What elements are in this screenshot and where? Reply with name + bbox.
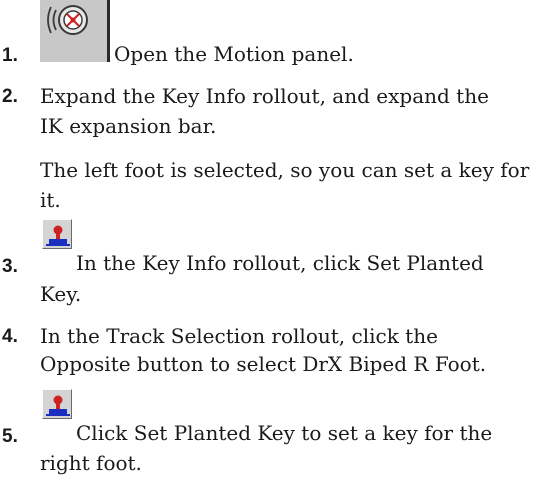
step-text: Click Set Planted Key to set a key for t… [76, 421, 493, 445]
step-number: 3. [2, 256, 18, 277]
step-text: In the Key Info rollout, click Set Plant… [76, 251, 484, 275]
step-text: right foot. [40, 451, 142, 475]
motion-panel-icon [40, 0, 110, 62]
step-text: Key. [40, 282, 82, 306]
instruction-steps: 1. Open the Motion panel. 2. Expand the … [0, 0, 546, 485]
step-note: The left foot is selected, so you can se… [40, 158, 530, 182]
step-number: 5. [2, 426, 18, 447]
step-note: it. [40, 188, 61, 212]
set-planted-key-icon [42, 219, 72, 249]
step-number: 2. [2, 86, 18, 107]
step-text: Expand the Key Info rollout, and expand … [40, 84, 489, 108]
step-number: 4. [2, 326, 18, 347]
set-planted-key-icon [42, 389, 72, 419]
step-text: Opposite button to select DrX Biped R Fo… [40, 352, 487, 376]
step-number: 1. [2, 45, 18, 66]
step-text: Open the Motion panel. [114, 42, 354, 66]
step-text: IK expansion bar. [40, 114, 217, 138]
step-text: In the Track Selection rollout, click th… [40, 324, 438, 348]
